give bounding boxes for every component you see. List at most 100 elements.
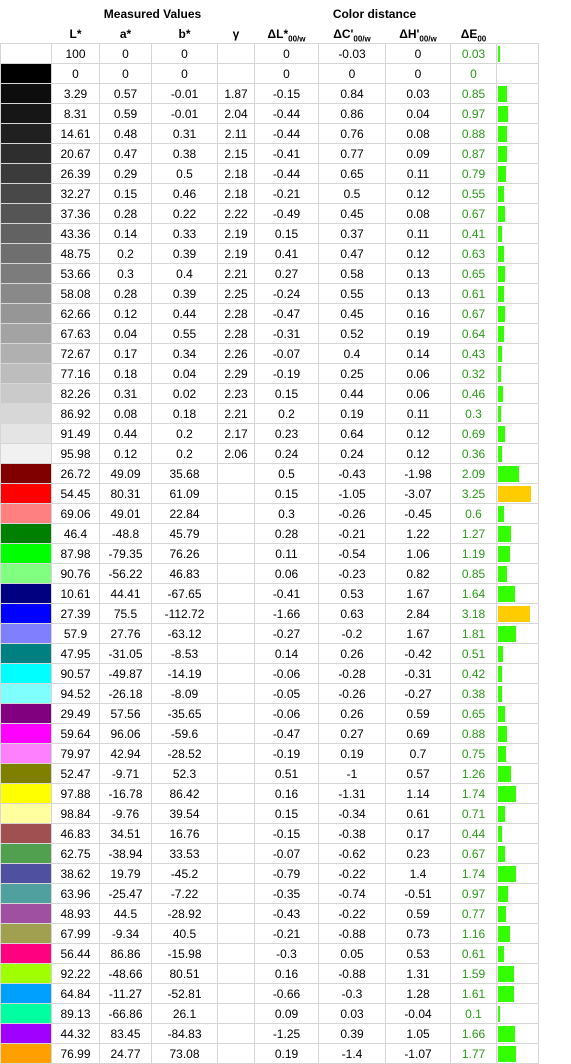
delta-h-value: -3.07 <box>385 483 451 504</box>
b-value: 35.68 <box>151 463 218 484</box>
delta-h-value: 0.53 <box>385 943 451 964</box>
delta-e-value: 0.46 <box>450 383 497 404</box>
table-row: 87.98 -79.35 76.26 0.11 -0.54 1.06 1.19 <box>0 543 539 564</box>
delta-e-bar <box>496 643 539 664</box>
color-swatch <box>0 243 52 264</box>
delta-c-value: -1.31 <box>318 783 386 804</box>
delta-e-bar <box>496 883 539 904</box>
gamma-value <box>217 903 255 924</box>
color-swatch <box>0 583 52 604</box>
delta-e-value: 1.74 <box>450 783 497 804</box>
delta-c-value: 0.86 <box>318 103 386 124</box>
gamma-value: 2.21 <box>217 403 255 424</box>
a-value: 0.28 <box>99 283 152 304</box>
l-value: 26.39 <box>51 163 100 184</box>
delta-e-bar-fill <box>498 1046 516 1062</box>
delta-h-value: -0.45 <box>385 503 451 524</box>
delta-e-bar-fill <box>498 446 502 462</box>
delta-e-bar <box>496 463 539 484</box>
delta-l-value: -0.06 <box>254 703 319 724</box>
delta-c-value: 0.5 <box>318 183 386 204</box>
delta-c-value: -0.3 <box>318 983 386 1004</box>
delta-e-value: 0.43 <box>450 343 497 364</box>
delta-e-bar <box>496 163 539 184</box>
delta-e-bar <box>496 923 539 944</box>
table-row: 56.44 86.86 -15.98 -0.3 0.05 0.53 0.61 <box>0 943 539 964</box>
delta-h-value: 0.06 <box>385 383 451 404</box>
b-value: 0 <box>151 63 218 84</box>
gamma-value <box>217 1003 255 1024</box>
a-value: -9.34 <box>99 923 152 944</box>
delta-h-value: -0.27 <box>385 683 451 704</box>
color-swatch <box>0 1043 52 1064</box>
delta-e-bar-fill <box>498 246 504 262</box>
b-value: 76.26 <box>151 543 218 564</box>
delta-h-value: 1.4 <box>385 863 451 884</box>
b-value: 0.4 <box>151 263 218 284</box>
delta-h-value: 0.12 <box>385 423 451 444</box>
delta-h-value: 1.67 <box>385 583 451 604</box>
gamma-value <box>217 663 255 684</box>
delta-e-value: 0.67 <box>450 203 497 224</box>
gamma-value <box>217 783 255 804</box>
delta-l-value: -0.47 <box>254 723 319 744</box>
gamma-value <box>217 623 255 644</box>
a-value: -79.35 <box>99 543 152 564</box>
b-value: 0.22 <box>151 203 218 224</box>
a-value: 24.77 <box>99 1043 152 1064</box>
b-value: -28.52 <box>151 743 218 764</box>
delta-e-bar <box>496 363 539 384</box>
delta-e-bar-fill <box>498 206 505 222</box>
table-row: 82.26 0.31 0.02 2.23 0.15 0.44 0.06 0.46 <box>0 383 539 404</box>
delta-e-value: 0.87 <box>450 143 497 164</box>
delta-l-value: -0.19 <box>254 743 319 764</box>
delta-e-value: 0.65 <box>450 263 497 284</box>
color-swatch <box>0 963 52 984</box>
delta-c-value: 0 <box>318 63 386 84</box>
delta-e-value: 0.97 <box>450 103 497 124</box>
delta-e-bar <box>496 623 539 644</box>
l-value: 27.39 <box>51 603 100 624</box>
delta-e-bar-fill <box>498 886 508 902</box>
a-value: -9.76 <box>99 803 152 824</box>
delta-e-value: 0.51 <box>450 643 497 664</box>
l-value: 89.13 <box>51 1003 100 1024</box>
b-value: 22.84 <box>151 503 218 524</box>
b-value: -15.98 <box>151 943 218 964</box>
l-value: 0 <box>51 63 100 84</box>
color-swatch <box>0 703 52 724</box>
a-value: 0.48 <box>99 123 152 144</box>
delta-e-value: 0.63 <box>450 243 497 264</box>
l-value: 59.64 <box>51 723 100 744</box>
delta-e-value: 0.67 <box>450 843 497 864</box>
delta-e-value: 0.85 <box>450 83 497 104</box>
delta-h-value: -1.07 <box>385 1043 451 1064</box>
color-swatch <box>0 423 52 444</box>
a-value: 0.3 <box>99 263 152 284</box>
delta-l-value: -0.3 <box>254 943 319 964</box>
gamma-value <box>217 883 255 904</box>
l-value: 44.32 <box>51 1023 100 1044</box>
delta-h-value: 0.19 <box>385 323 451 344</box>
b-value: -28.92 <box>151 903 218 924</box>
gamma-value: 2.21 <box>217 263 255 284</box>
delta-h-value: 0.69 <box>385 723 451 744</box>
delta-e-value: 0.75 <box>450 743 497 764</box>
delta-e-value: 0.6 <box>450 503 497 524</box>
a-value: 19.79 <box>99 863 152 884</box>
delta-l-value: -0.07 <box>254 343 319 364</box>
delta-c-value: 0.26 <box>318 703 386 724</box>
delta-e-bar-fill <box>498 706 505 722</box>
delta-l-value: 0.23 <box>254 423 319 444</box>
delta-l-value: -0.66 <box>254 983 319 1004</box>
l-value: 95.98 <box>51 443 100 464</box>
l-value: 26.72 <box>51 463 100 484</box>
table-row: 94.52 -26.18 -8.09 -0.05 -0.26 -0.27 0.38 <box>0 683 539 704</box>
l-value: 98.84 <box>51 803 100 824</box>
delta-c-value: -0.23 <box>318 563 386 584</box>
a-value: -25.47 <box>99 883 152 904</box>
delta-c-value: -0.62 <box>318 843 386 864</box>
l-value: 94.52 <box>51 683 100 704</box>
delta-e-bar-fill <box>498 466 519 482</box>
color-swatch <box>0 563 52 584</box>
